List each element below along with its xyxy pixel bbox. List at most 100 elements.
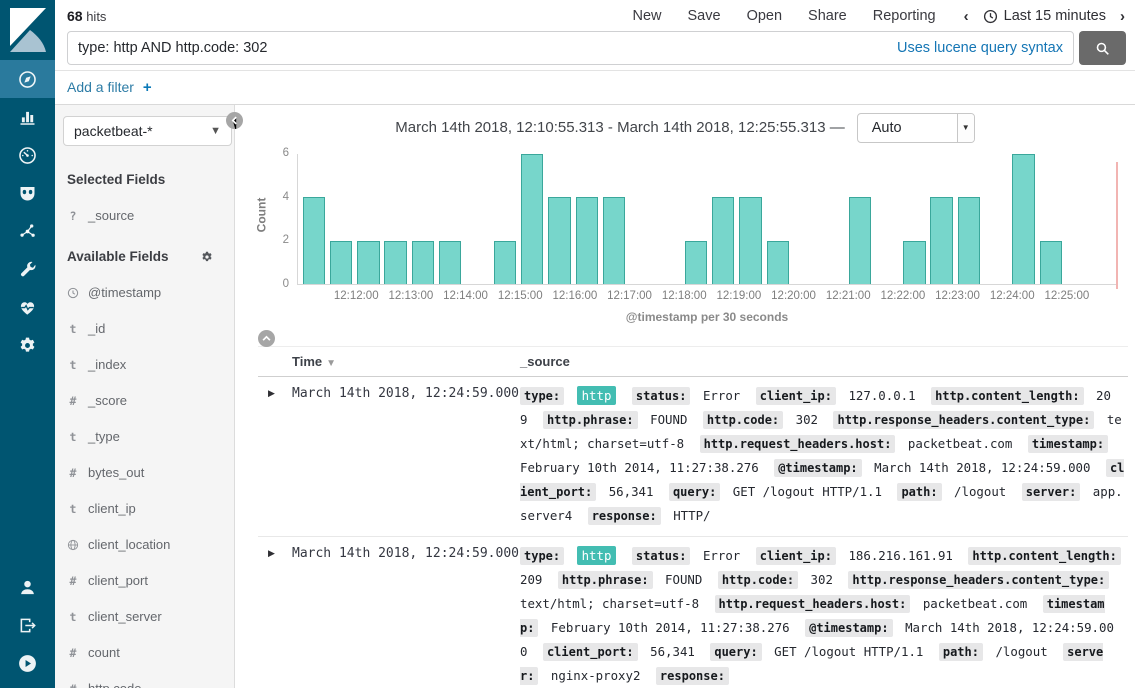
- field-item-http-code[interactable]: #http.code: [67, 681, 234, 688]
- histogram-bar[interactable]: [685, 241, 707, 284]
- histogram-bar[interactable]: [384, 241, 406, 284]
- source-value: FOUND: [650, 412, 687, 427]
- search-icon: [1094, 40, 1111, 57]
- y-tick-label: 6: [265, 147, 289, 159]
- time-back-button[interactable]: ‹: [964, 8, 969, 25]
- field-item-bytes-out[interactable]: #bytes_out: [67, 465, 234, 480]
- time-column-header[interactable]: Time ▼: [292, 354, 520, 369]
- interval-select[interactable]: Auto ▼: [857, 113, 975, 143]
- lucene-syntax-link[interactable]: Uses lucene query syntax: [897, 40, 1063, 56]
- management-icon: [17, 335, 38, 356]
- histogram-bar[interactable]: [958, 197, 980, 284]
- index-pattern-select[interactable]: packetbeat-* ▼: [63, 116, 232, 146]
- nav-item-account[interactable]: [0, 568, 55, 606]
- menu-share-button[interactable]: Share: [808, 8, 847, 24]
- source-field-key: status:: [632, 387, 691, 405]
- field-item-count[interactable]: #count: [67, 645, 234, 660]
- histogram-bar[interactable]: [767, 241, 789, 284]
- table-rows: ▶March 14th 2018, 12:24:59.000type: http…: [258, 377, 1128, 688]
- histogram-bar[interactable]: [930, 197, 952, 284]
- x-tick-label: 12:20:00: [771, 290, 816, 302]
- nav-item-tutorial[interactable]: [0, 644, 55, 682]
- y-tick-label: 2: [265, 234, 289, 246]
- time-range-button[interactable]: Last 15 minutes: [983, 8, 1106, 24]
- histogram-bar[interactable]: [412, 241, 434, 284]
- add-filter-button[interactable]: Add a filter +: [67, 79, 152, 96]
- histogram-bar[interactable]: [357, 241, 379, 284]
- nav-item-dev-tools[interactable]: [0, 250, 55, 288]
- menu-open-button[interactable]: Open: [747, 8, 782, 24]
- expand-row-button[interactable]: ▶: [258, 544, 292, 558]
- nav-item-timelion[interactable]: [0, 174, 55, 212]
- kibana-logo[interactable]: [0, 0, 55, 60]
- monitoring-icon: [17, 297, 38, 318]
- documents-table: Time▼ _source ▶March 14th 2018, 12:24:59…: [258, 346, 1128, 688]
- histogram-bar[interactable]: [303, 197, 325, 284]
- source-field-key: http.phrase:: [558, 571, 653, 589]
- add-filter-plus-icon: +: [143, 79, 152, 96]
- histogram-bar[interactable]: [849, 197, 871, 284]
- field-name: client_ip: [88, 501, 136, 516]
- nav-item-discover[interactable]: [0, 60, 55, 98]
- nav-item-management[interactable]: [0, 326, 55, 364]
- table-header: Time▼ _source: [258, 346, 1128, 377]
- source-field-key: response:: [588, 507, 661, 525]
- field-name: count: [88, 645, 120, 660]
- histogram-bar[interactable]: [330, 241, 352, 284]
- hits-and-menu-row: 68 hits New Save Open Share Reporting ‹ Last…: [55, 0, 1135, 30]
- nav-item-graph[interactable]: [0, 212, 55, 250]
- field-item--type[interactable]: t_type: [67, 429, 234, 444]
- histogram-bar[interactable]: [739, 197, 761, 284]
- field-item--index[interactable]: t_index: [67, 357, 234, 372]
- histogram-bar[interactable]: [903, 241, 925, 284]
- search-input[interactable]: [78, 40, 897, 56]
- source-value: nginx-proxy2: [551, 668, 641, 683]
- field-settings-gear-icon[interactable]: [200, 250, 214, 264]
- selected-fields-title: Selected Fields: [67, 172, 214, 187]
- search-button[interactable]: [1079, 31, 1126, 65]
- source-field-key: http.request_headers.host:: [700, 435, 896, 453]
- field-item--timestamp[interactable]: @timestamp: [67, 285, 234, 300]
- time-forward-button[interactable]: ›: [1120, 8, 1125, 25]
- histogram-bar[interactable]: [1012, 154, 1034, 284]
- histogram-bar[interactable]: [712, 197, 734, 284]
- menu-new-button[interactable]: New: [632, 8, 661, 24]
- source-field-key: http.phrase:: [543, 411, 638, 429]
- available-fields-title: Available Fields: [67, 249, 214, 264]
- dashboard-icon: [17, 145, 38, 166]
- menu-save-button[interactable]: Save: [688, 8, 721, 24]
- field-item--id[interactable]: t_id: [67, 321, 234, 336]
- field-item--source[interactable]: ?_source: [67, 208, 234, 223]
- histogram-bar[interactable]: [494, 241, 516, 284]
- field-item-client-port[interactable]: #client_port: [67, 573, 234, 588]
- nav-item-logout[interactable]: [0, 606, 55, 644]
- field-item-client-ip[interactable]: tclient_ip: [67, 501, 234, 516]
- histogram-bar[interactable]: [576, 197, 598, 284]
- hits-count: 68 hits: [67, 8, 106, 24]
- field-item--score[interactable]: #_score: [67, 393, 234, 408]
- source-value: February 10th 2014, 11:27:38.276: [520, 460, 759, 475]
- time-column-label: Time: [292, 354, 322, 369]
- table-row: ▶March 14th 2018, 12:24:59.000type: http…: [258, 377, 1128, 537]
- histogram-bar[interactable]: [548, 197, 570, 284]
- x-tick-label: 12:21:00: [826, 290, 871, 302]
- sort-descending-icon: ▼: [326, 358, 336, 369]
- collapse-sidebar-button[interactable]: [226, 112, 243, 129]
- menu-reporting-button[interactable]: Reporting: [873, 8, 936, 24]
- account-icon: [17, 577, 38, 598]
- field-item-client-location[interactable]: client_location: [67, 537, 234, 552]
- y-tick-label: 4: [265, 191, 289, 203]
- histogram-bar[interactable]: [521, 154, 543, 284]
- collapse-chart-button[interactable]: [258, 330, 275, 347]
- source-field-key: path:: [897, 483, 941, 501]
- nav-item-visualize[interactable]: [0, 98, 55, 136]
- source-value-highlighted: http: [577, 546, 617, 565]
- nav-item-monitoring[interactable]: [0, 288, 55, 326]
- nav-item-dashboard[interactable]: [0, 136, 55, 174]
- histogram-bar[interactable]: [1040, 241, 1062, 284]
- histogram-bar[interactable]: [439, 241, 461, 284]
- histogram-bar[interactable]: [603, 197, 625, 284]
- expand-row-button[interactable]: ▶: [258, 384, 292, 398]
- field-item-client-server[interactable]: tclient_server: [67, 609, 234, 624]
- histogram-chart: Count 0246 12:12:0012:13:0012:14:0012:15…: [235, 150, 1135, 328]
